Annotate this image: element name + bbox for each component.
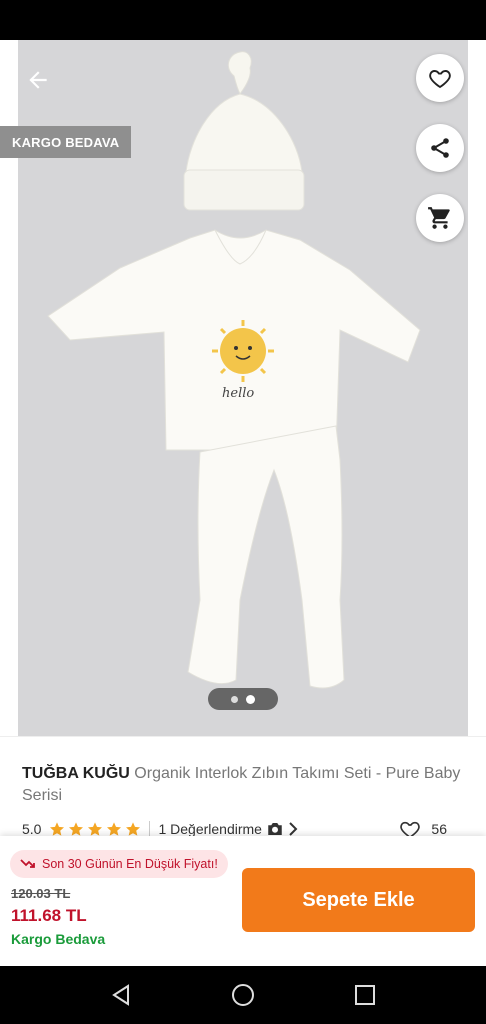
shipping-info: Kargo Bedava [11,931,106,947]
add-to-cart-button[interactable]: Sepete Ekle [242,868,475,932]
star-icon [69,822,84,836]
star-icon [50,822,65,836]
chevron-right-icon [289,822,298,836]
product-info: TUĞBA KUĞU Organik Interlok Zıbın Takımı… [0,736,486,839]
star-icon [88,822,103,836]
arrow-left-icon [29,71,47,89]
go-to-cart-button[interactable] [416,194,464,242]
camera-icon [268,823,282,835]
star-icon [126,822,141,836]
lowest-price-badge: Son 30 Günün En Düşük Fiyatı! [10,850,228,878]
shirt-print-text: hello [222,386,254,401]
cart-icon [428,207,450,229]
purchase-bar: Son 30 Günün En Düşük Fiyatı! 120.03 TL … [0,836,486,966]
star-icon [107,822,122,836]
lowest-price-text: Son 30 Günün En Düşük Fiyatı! [42,857,218,871]
share-icon [431,138,449,158]
hat-illustration [183,51,305,211]
rating-stars [49,821,141,837]
favorite-button[interactable] [416,54,464,102]
share-button[interactable] [416,124,464,172]
circle-home-icon [232,984,254,1006]
divider [149,821,151,837]
product-image-gallery[interactable]: hello KARGO BEDAVA [0,40,486,736]
like-count: 56 [431,821,447,837]
heart-icon [429,70,451,89]
current-price: 111.68 TL [11,906,87,925]
page-dot-active[interactable] [246,694,255,704]
rating-value: 5.0 [22,821,42,837]
image-page-indicator [208,688,278,710]
free-shipping-badge: KARGO BEDAVA [0,126,132,158]
brand-name[interactable]: TUĞBA KUĞU [22,765,130,782]
triangle-back-icon [112,984,129,1006]
back-button[interactable] [20,62,56,98]
nav-back-button[interactable] [101,975,141,1015]
product-title: TUĞBA KUĞU Organik Interlok Zıbın Takımı… [22,763,462,807]
square-recents-icon [355,985,375,1005]
reviews-count: 1 Değerlendirme [158,821,262,837]
pants-illustration [187,425,345,689]
nav-recents-button[interactable] [345,975,385,1015]
status-bar [0,0,486,40]
nav-home-button[interactable] [223,975,263,1015]
trending-down-icon [20,859,35,868]
system-navigation-bar [0,966,486,1024]
page-dot[interactable] [231,695,238,703]
reviews-link[interactable]: 1 Değerlendirme [158,821,298,837]
shirt-illustration [47,229,421,451]
old-price: 120.03 TL [11,886,71,901]
